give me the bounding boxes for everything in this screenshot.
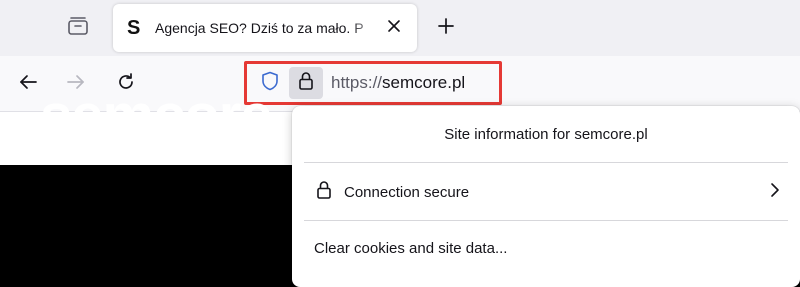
tab-active[interactable]: S Agencja SEO? Dziś to za mało. P [113,4,417,52]
url-text[interactable]: https://semcore.pl [331,73,465,93]
chevron-right-icon [770,182,780,203]
divider [304,220,788,221]
connection-label: Connection secure [344,183,470,201]
new-tab-button[interactable] [430,12,462,44]
tab-overview-button[interactable] [62,12,94,44]
site-logo-text[interactable]: semcore [40,82,273,149]
lock-icon [316,180,332,205]
tab-title: Agencja SEO? Dziś to za mało. P [155,20,364,36]
arrow-left-icon [18,73,38,96]
url-host: semcore.pl [382,73,466,92]
connection-security-row[interactable]: Connection secure [300,170,792,214]
tab-overview-icon [67,16,89,41]
clear-cookies-button[interactable]: Clear cookies and site data... [300,226,792,270]
plus-icon [437,17,455,40]
close-icon [387,19,401,38]
divider [304,162,788,163]
tab-close-button[interactable] [383,17,405,39]
panel-title: Site information for semcore.pl [444,125,648,143]
site-info-panel: Site information for semcore.pl Connecti… [292,106,800,287]
lock-icon [298,71,314,96]
site-info-button[interactable] [289,67,323,99]
tab-strip: S Agencja SEO? Dziś to za mało. P [0,0,800,56]
url-scheme: https:// [331,73,383,92]
site-favicon: S [127,16,141,39]
address-bar[interactable]: https://semcore.pl [244,61,502,105]
browser-window: S Agencja SEO? Dziś to za mało. P https:… [0,0,800,287]
